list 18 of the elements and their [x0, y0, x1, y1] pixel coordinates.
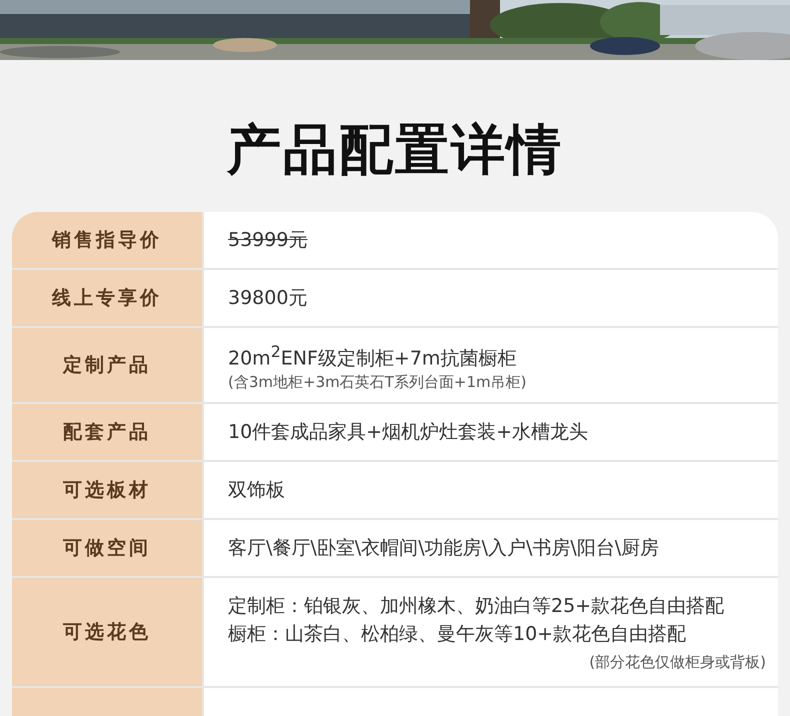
page-title: 产品配置详情 [226, 117, 564, 183]
row-label: 可做空间 [12, 520, 202, 576]
spec-value: 定制柜：铂银灰、加州橡木、奶油白等25+款花色自由搭配 [228, 594, 726, 620]
spec-value: 20m$^{2}$ENF级定制柜+7m抗菌橱柜 [228, 341, 518, 372]
spec-value: 客厅\餐厅\卧室\衣帽间\功能房\入户\书房\阳台\厨房 [228, 536, 660, 562]
spec-note: (部分花色仅做柜身或背板) [589, 653, 766, 672]
row-label: 销售指导价 [12, 212, 202, 268]
row-label: 配套产品 [12, 404, 202, 460]
spec-value: 39800元 [228, 286, 308, 311]
spec-value: 53999元 [228, 228, 308, 253]
spec-note: (含3m地柜+3m石英石T系列台面+1m吊柜) [228, 373, 526, 392]
row-label: 可选花色 [12, 578, 202, 686]
spec-value: 双饰板 [228, 478, 286, 504]
spec-value: 橱柜：山茶白、松柏绿、曼午灰等10+款花色自由搭配 [228, 622, 688, 648]
row-label: 线上专享价 [12, 270, 202, 326]
row-label: 可选板材 [12, 462, 202, 518]
row-label: 定制产品 [12, 328, 202, 402]
spec-value: 10件套成品家具+烟机炉灶套装+水槽龙头 [228, 420, 590, 446]
